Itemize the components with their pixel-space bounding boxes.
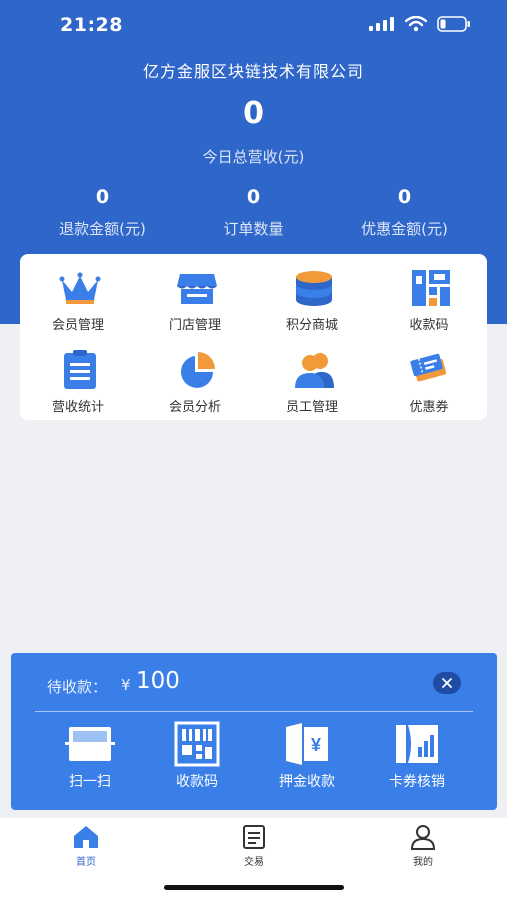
scan-icon <box>65 727 115 761</box>
battery-icon <box>437 16 470 32</box>
total-revenue-label: 今日总营收(元) <box>202 148 305 166</box>
refund-amount-stat: 0 退款金额(元) <box>18 186 187 239</box>
wifi-icon <box>405 16 427 32</box>
action-receive-code[interactable]: 收款码 <box>147 719 247 799</box>
clipboard-list-icon <box>64 350 96 389</box>
menu-member-management[interactable]: 会员管理 <box>20 256 136 334</box>
stat-label: 退款金额(元) <box>59 220 146 238</box>
store-icon <box>177 274 217 304</box>
action-label: 收款码 <box>176 774 218 790</box>
payment-code-icon <box>412 270 450 306</box>
currency-symbol: ¥ <box>121 676 131 694</box>
close-icon <box>442 678 452 688</box>
discount-amount-stat: 0 优惠金额(元) <box>320 186 489 239</box>
coins-stack-icon <box>296 271 332 306</box>
function-menu-card: 会员管理 门店管理 积分商城 收款码 营收统计 会员分析 员工管理 优惠券 <box>20 254 487 420</box>
tab-label: 首页 <box>76 857 96 868</box>
order-count-stat: 0 订单数量 <box>169 186 338 239</box>
tab-home[interactable]: 首页 <box>46 824 126 868</box>
crown-icon <box>59 272 101 304</box>
qr-code-icon <box>174 721 220 767</box>
stat-label: 优惠金额(元) <box>361 220 448 238</box>
deposit-icon: ¥ <box>286 723 328 765</box>
stat-value: 0 <box>246 186 261 208</box>
menu-store-management[interactable]: 门店管理 <box>137 256 253 334</box>
svg-text:¥: ¥ <box>311 735 321 755</box>
menu-coupons[interactable]: 优惠券 <box>371 338 487 416</box>
total-revenue-value: 0 <box>243 96 264 131</box>
status-icons <box>369 16 471 32</box>
menu-revenue-statistics[interactable]: 营收统计 <box>20 338 136 416</box>
tab-transactions[interactable]: 交易 <box>214 824 294 868</box>
status-bar: 21:28 <box>0 0 507 50</box>
pending-payment-panel: 待收款： ¥ 100 扫一扫 收款码 ¥ 押金收款 卡券核销 <box>11 653 497 810</box>
menu-label: 会员分析 <box>168 400 221 415</box>
pie-chart-icon <box>181 352 215 388</box>
menu-label: 门店管理 <box>168 318 221 333</box>
action-label: 扫一扫 <box>69 774 111 790</box>
menu-label: 收款码 <box>409 318 449 333</box>
company-name: 亿方金服区块链技术有限公司 <box>142 62 364 81</box>
profile-icon <box>410 825 436 850</box>
stat-label: 订单数量 <box>223 220 284 238</box>
menu-staff-management[interactable]: 员工管理 <box>254 338 370 416</box>
clear-amount-button[interactable] <box>433 672 461 694</box>
tab-profile[interactable]: 我的 <box>383 824 463 868</box>
pending-amount: 100 <box>136 668 180 694</box>
staff-icon <box>295 353 334 388</box>
action-label: 押金收款 <box>279 774 335 790</box>
menu-payment-code[interactable]: 收款码 <box>371 256 487 334</box>
tab-label: 交易 <box>244 857 264 868</box>
menu-label: 营收统计 <box>51 400 104 415</box>
menu-label: 积分商城 <box>285 318 338 333</box>
home-indicator <box>164 885 344 890</box>
menu-points-mall[interactable]: 积分商城 <box>254 256 370 334</box>
home-icon <box>74 826 98 848</box>
action-card-redeem[interactable]: 卡券核销 <box>367 719 467 799</box>
pending-payment-label: 待收款： <box>47 678 108 696</box>
action-label: 卡券核销 <box>389 774 445 790</box>
menu-label: 员工管理 <box>285 400 338 415</box>
panel-divider <box>35 711 473 712</box>
stat-value: 0 <box>95 186 110 208</box>
action-scan[interactable]: 扫一扫 <box>40 719 140 799</box>
stat-value: 0 <box>397 186 412 208</box>
menu-label: 优惠券 <box>409 400 449 415</box>
signal-icon <box>369 17 394 31</box>
coupon-icon <box>410 353 447 382</box>
transactions-icon <box>243 825 265 849</box>
card-redeem-icon <box>396 725 438 763</box>
action-deposit-receipt[interactable]: ¥ 押金收款 <box>257 719 357 799</box>
menu-label: 会员管理 <box>51 318 104 333</box>
status-time: 21:28 <box>60 14 123 36</box>
menu-member-analysis[interactable]: 会员分析 <box>137 338 253 416</box>
tab-label: 我的 <box>413 857 433 868</box>
